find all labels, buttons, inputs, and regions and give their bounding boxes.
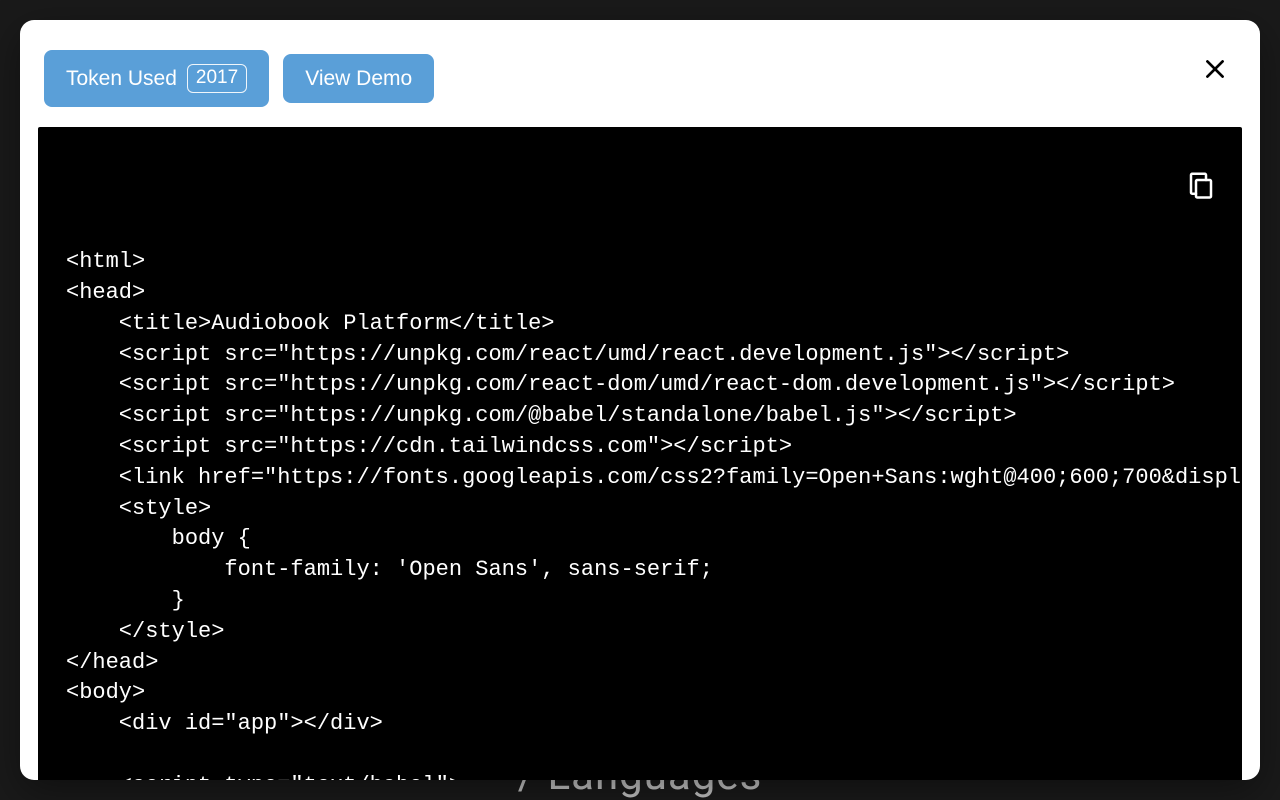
close-button[interactable]: [1198, 52, 1232, 89]
view-demo-button[interactable]: View Demo: [283, 54, 434, 103]
copy-icon: [1186, 170, 1216, 200]
token-used-label: Token Used: [66, 68, 177, 89]
token-used-button[interactable]: Token Used 2017: [44, 50, 269, 107]
code-viewer[interactable]: <html> <head> <title>Audiobook Platform<…: [38, 127, 1242, 780]
code-content: <html> <head> <title>Audiobook Platform<…: [66, 247, 1214, 780]
code-modal: Token Used 2017 View Demo <html> <head> …: [20, 20, 1260, 780]
modal-toolbar: Token Used 2017 View Demo: [38, 38, 1242, 127]
token-count-badge: 2017: [187, 64, 247, 93]
close-icon: [1202, 56, 1228, 82]
copy-button[interactable]: [1160, 151, 1220, 222]
